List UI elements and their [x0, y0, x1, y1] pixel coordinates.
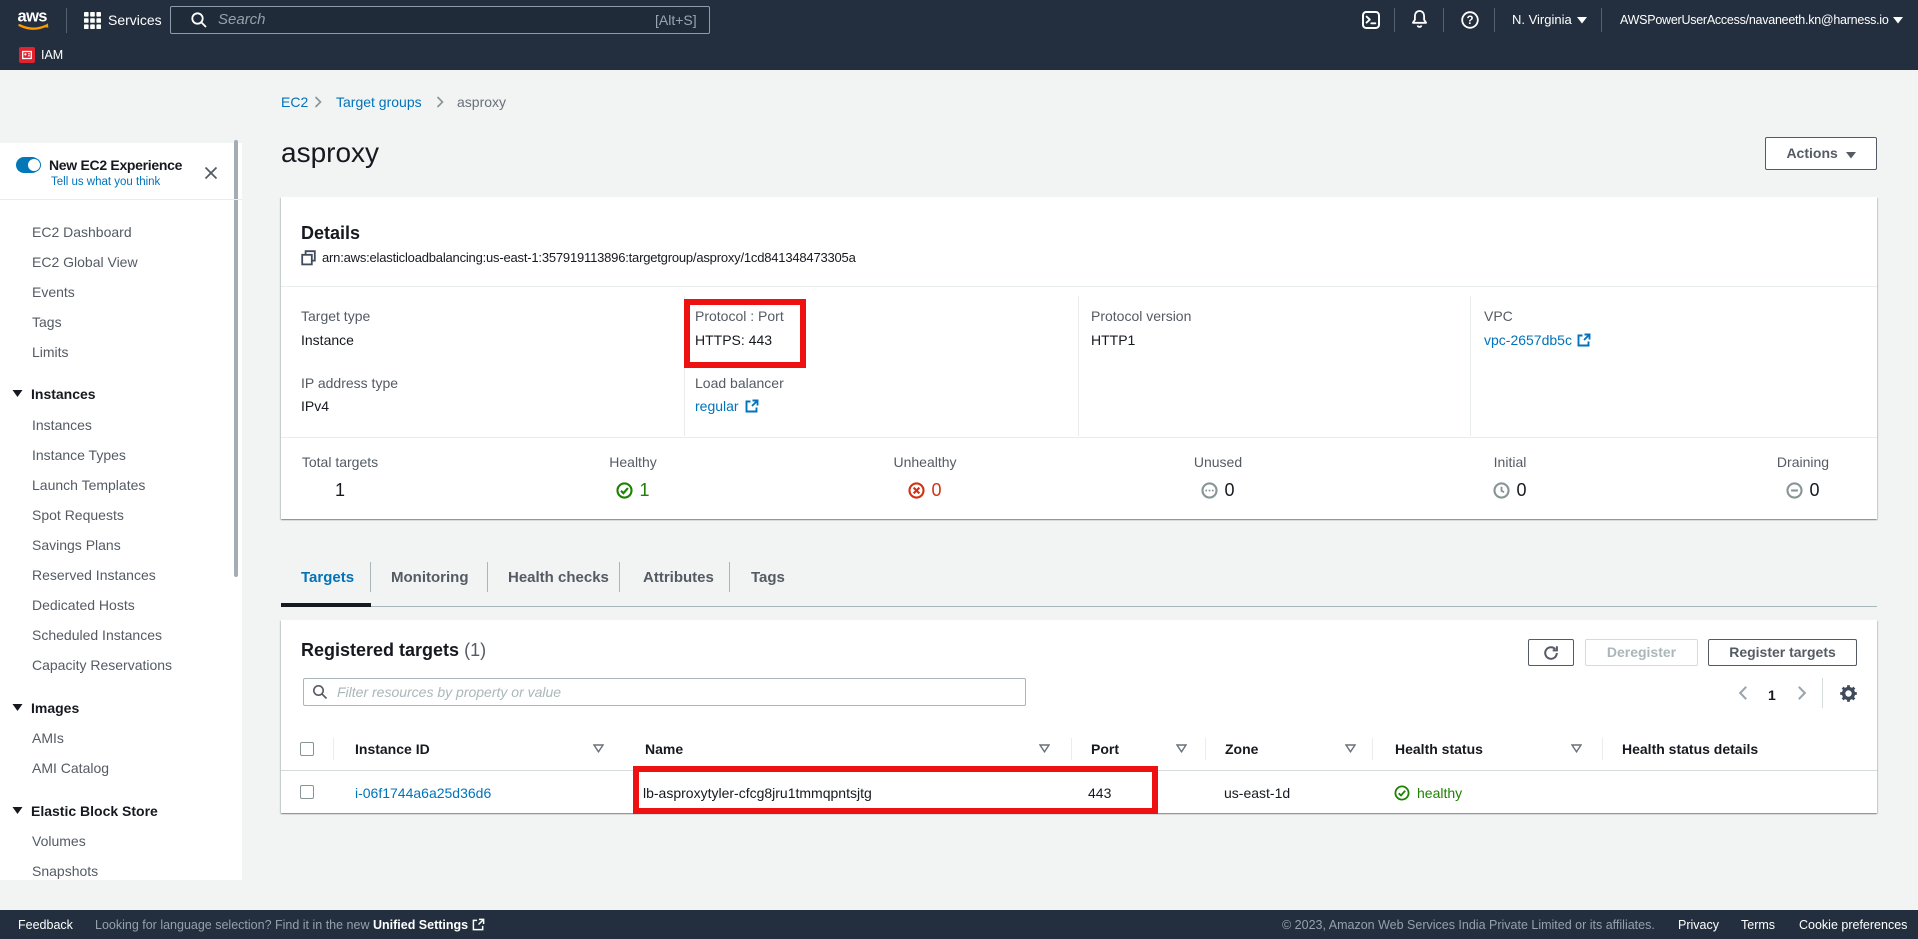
- svg-text:?: ?: [1466, 15, 1473, 27]
- svg-text:aws: aws: [18, 8, 48, 26]
